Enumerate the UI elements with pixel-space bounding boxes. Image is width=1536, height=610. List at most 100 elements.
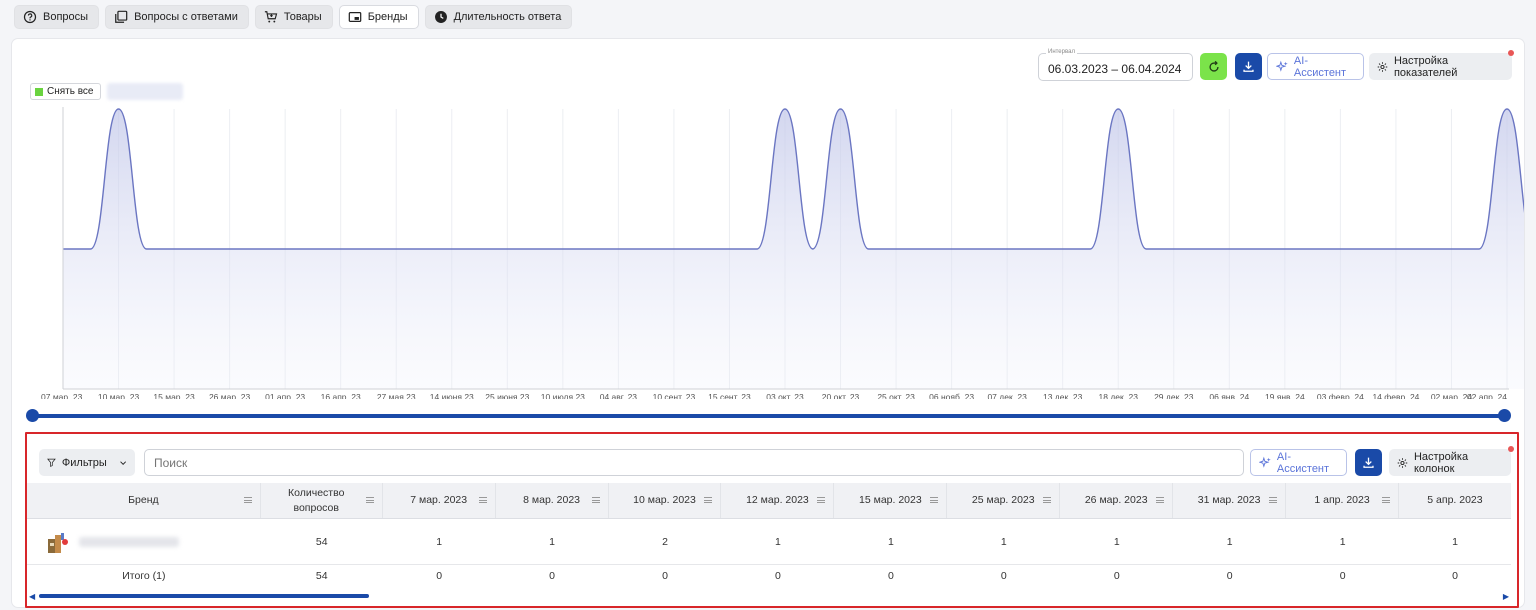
columns-settings-label: Настройка колонок	[1413, 450, 1469, 475]
scroll-left-icon[interactable]: ◀	[29, 592, 35, 601]
deselect-all-button[interactable]: Снять все	[30, 83, 101, 100]
sparkle-icon	[1276, 60, 1288, 72]
x-tick-label: 03 окт. 23	[766, 392, 804, 399]
column-header-date[interactable]: 12 мар. 2023	[721, 483, 835, 518]
total-cell: 0	[549, 570, 555, 582]
range-slider-start-handle[interactable]	[26, 409, 39, 422]
table-total-row: Итого (1) 54 0 0 0 0 0 0 0 0 0 0	[27, 565, 1511, 587]
table-cell: 1	[1452, 535, 1458, 548]
download-icon	[1363, 457, 1374, 468]
x-tick-label: 03 февр. 24	[1317, 392, 1364, 399]
column-menu-icon[interactable]	[591, 497, 600, 503]
table-cell: 2	[662, 535, 668, 548]
x-tick-label: 29 дек. 23	[1154, 392, 1194, 399]
interval-label: Интервал	[1046, 49, 1077, 55]
table-ai-assistant-button[interactable]: AI-Ассистент	[1250, 449, 1347, 476]
line-chart: 07 мар. 23 10 мар. 23 15 мар. 23 26 мар. 23…	[41, 107, 1524, 399]
column-menu-icon[interactable]	[930, 497, 939, 503]
column-header-date[interactable]: 1 апр. 2023	[1286, 483, 1399, 518]
x-tick-label: 10 сент. 23	[653, 392, 696, 399]
cart-icon	[264, 11, 278, 23]
header-label: 12 мар. 2023	[746, 494, 809, 506]
table-cell: 1	[436, 535, 443, 548]
x-tick-label: 07 дек. 23	[987, 392, 1027, 399]
chart-legend: Снять все	[30, 83, 183, 100]
download-chart-button[interactable]	[1235, 53, 1262, 80]
column-menu-icon[interactable]	[1382, 497, 1390, 503]
column-header-date[interactable]: 25 мар. 2023	[947, 483, 1061, 518]
horizontal-scrollbar[interactable]: ◀ ▶	[27, 592, 1511, 601]
search-input[interactable]	[144, 449, 1244, 476]
column-header-date[interactable]: 8 мар. 2023	[496, 483, 609, 518]
filters-button[interactable]: Фильтры	[39, 449, 135, 476]
column-header-date[interactable]: 5 апр. 2023	[1399, 483, 1511, 518]
interval-value: 06.03.2023 – 06.04.2024	[1048, 62, 1182, 76]
column-header-date[interactable]: 10 мар. 2023	[609, 483, 722, 518]
scroll-right-icon[interactable]: ▶	[1503, 592, 1509, 601]
table-row[interactable]: 54 1 1 2 1 1 1 1 1 1 1	[27, 519, 1511, 565]
table-cell: 1	[1113, 535, 1120, 548]
gear-icon	[1397, 457, 1408, 468]
column-header-date[interactable]: 15 мар. 2023	[834, 483, 948, 518]
table-cell: 1	[775, 535, 781, 548]
range-slider-end-handle[interactable]	[1498, 409, 1511, 422]
total-cell: 0	[1113, 570, 1120, 582]
column-header-questions-count[interactable]: Количество вопросов	[261, 483, 383, 518]
header-label: 15 мар. 2023	[859, 494, 922, 506]
column-header-date[interactable]: 31 мар. 2023	[1173, 483, 1287, 518]
column-menu-icon[interactable]	[365, 497, 374, 503]
column-menu-icon[interactable]	[243, 497, 252, 503]
x-tick-label: 26 мар. 23	[209, 392, 251, 399]
date-interval-field[interactable]: Интервал 06.03.2023 – 06.04.2024	[1038, 49, 1193, 81]
column-header-date[interactable]: 26 мар. 2023	[1060, 483, 1174, 518]
columns-settings-button[interactable]: Настройка колонок	[1389, 449, 1511, 476]
refresh-icon	[1208, 60, 1219, 72]
refresh-button[interactable]	[1200, 53, 1227, 80]
brand-name-blurred	[79, 536, 179, 547]
total-cell: 0	[1000, 570, 1007, 582]
ai-assistant-button[interactable]: AI-Ассистент	[1267, 53, 1364, 80]
sparkle-icon	[1259, 456, 1271, 468]
scrollbar-thumb[interactable]	[39, 594, 369, 598]
total-cell: 0	[436, 570, 443, 582]
metrics-settings-label: Настройка показателей	[1393, 54, 1458, 79]
x-tick-label: 25 окт. 23	[877, 392, 915, 399]
table-header-row: Бренд Количество вопросов 7 мар. 2023 8 …	[27, 483, 1511, 519]
total-cell: 0	[1226, 570, 1233, 582]
tab-questions-with-answers[interactable]: Вопросы с ответами	[105, 5, 249, 29]
table-cell: 1	[1226, 535, 1233, 548]
x-tick-label: 18 дек. 23	[1099, 392, 1139, 399]
column-menu-icon[interactable]	[817, 497, 826, 503]
metrics-settings-button[interactable]: Настройка показателей	[1369, 53, 1512, 80]
legend-item-brand[interactable]	[106, 83, 183, 100]
tab-label: Длительность ответа	[453, 11, 562, 23]
column-header-date[interactable]: 7 мар. 2023	[383, 483, 496, 518]
tab-label: Вопросы с ответами	[134, 11, 238, 23]
column-menu-icon[interactable]	[1043, 497, 1052, 503]
column-header-brand[interactable]: Бренд	[27, 483, 261, 518]
table-download-button[interactable]	[1355, 449, 1382, 476]
tab-questions[interactable]: Вопросы	[14, 5, 100, 29]
header-label: 1 апр. 2023	[1314, 494, 1370, 506]
x-tick-label: 20 окт. 23	[822, 392, 860, 399]
header-label: 31 мар. 2023	[1197, 494, 1261, 506]
tab-label: Товары	[283, 11, 322, 23]
section-tabs: Вопросы Вопросы с ответами Товары Бренды…	[14, 5, 573, 29]
tab-response-time[interactable]: Длительность ответа	[424, 5, 573, 29]
range-slider-track[interactable]	[32, 414, 1505, 418]
x-tick-label: 16 апр. 23	[321, 392, 361, 399]
chevron-down-icon	[119, 460, 126, 465]
header-label: 7 мар. 2023	[410, 494, 468, 506]
x-tick-label: 13 дек. 23	[1043, 392, 1083, 399]
tab-products[interactable]: Товары	[254, 5, 333, 29]
table-cell: 1	[1339, 535, 1346, 548]
column-menu-icon[interactable]	[478, 497, 487, 503]
x-tick-label: 01 апр. 23	[265, 392, 305, 399]
column-menu-icon[interactable]	[1156, 497, 1165, 503]
tab-label: Вопросы	[43, 11, 89, 23]
column-menu-icon[interactable]	[704, 497, 713, 503]
header-label: 25 мар. 2023	[971, 494, 1035, 506]
legend-swatch	[35, 87, 43, 96]
column-menu-icon[interactable]	[1269, 497, 1278, 503]
tab-brands[interactable]: Бренды	[338, 5, 419, 29]
